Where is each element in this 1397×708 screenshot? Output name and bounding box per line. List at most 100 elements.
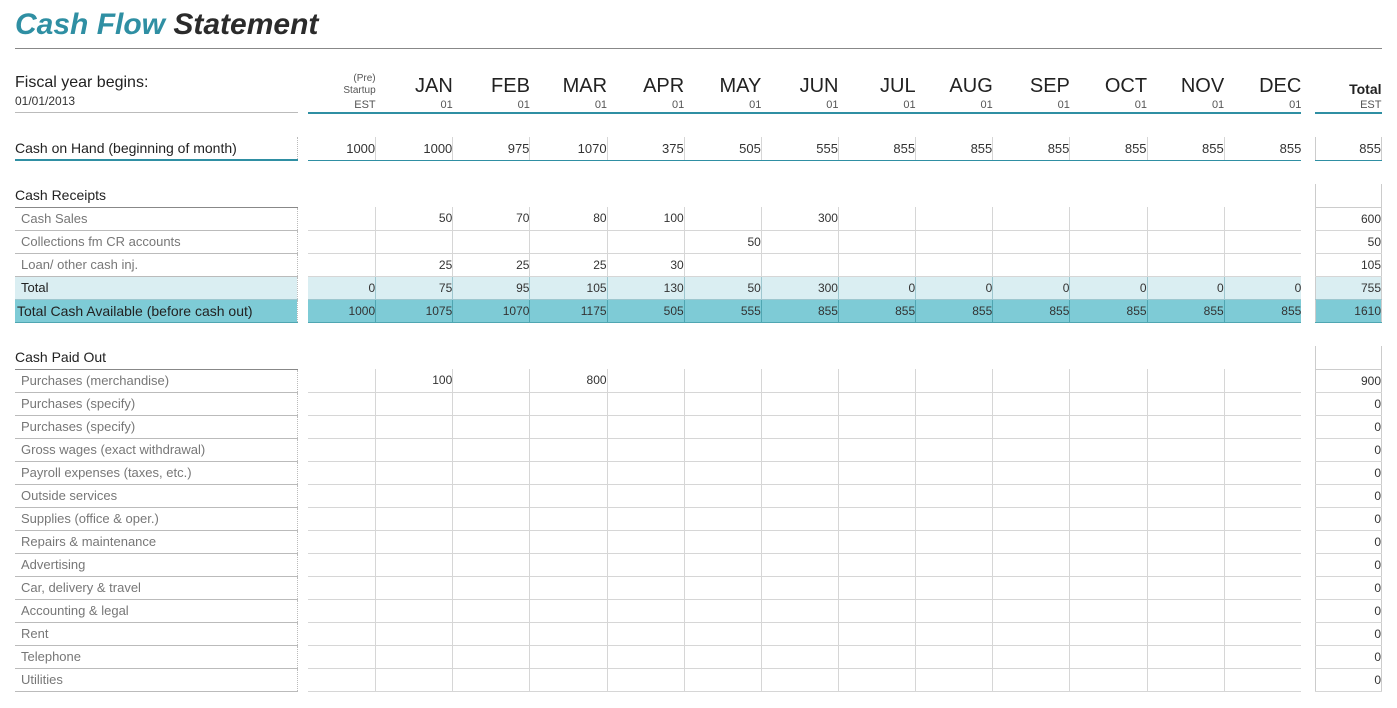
row-paid-3-cell[interactable] bbox=[993, 438, 1070, 461]
row-paid-5-cell[interactable] bbox=[916, 484, 993, 507]
row-paid-8-cell[interactable] bbox=[916, 553, 993, 576]
row-paid-12-cell[interactable] bbox=[308, 645, 376, 668]
row-receipt-2-cell[interactable]: 25 bbox=[453, 253, 530, 276]
row-paid-10-cell[interactable] bbox=[1224, 599, 1301, 622]
row-paid-2-cell[interactable] bbox=[308, 415, 376, 438]
row-paid-3-cell[interactable] bbox=[1070, 438, 1147, 461]
row-paid-4-cell[interactable] bbox=[993, 461, 1070, 484]
row-receipt-1-cell[interactable] bbox=[1224, 230, 1301, 253]
row-paid-1-cell[interactable] bbox=[684, 392, 761, 415]
row-paid-10-cell[interactable] bbox=[607, 599, 684, 622]
row-receipt-1-cell[interactable] bbox=[376, 230, 453, 253]
row-paid-7-cell[interactable] bbox=[761, 530, 838, 553]
row-paid-3-cell[interactable] bbox=[607, 438, 684, 461]
row-paid-1-cell[interactable] bbox=[1224, 392, 1301, 415]
row-paid-9-cell[interactable] bbox=[1147, 576, 1224, 599]
row-paid-8-cell[interactable] bbox=[1224, 553, 1301, 576]
row-paid-7-cell[interactable] bbox=[993, 530, 1070, 553]
row-paid-7-cell[interactable] bbox=[308, 530, 376, 553]
row-receipt-0-cell[interactable] bbox=[1224, 207, 1301, 230]
row-paid-12-cell[interactable] bbox=[1147, 645, 1224, 668]
row-paid-0-cell[interactable] bbox=[1070, 369, 1147, 392]
row-paid-7-cell[interactable] bbox=[453, 530, 530, 553]
row-paid-13-cell[interactable] bbox=[453, 668, 530, 691]
row-paid-13-cell[interactable] bbox=[1070, 668, 1147, 691]
row-paid-10-cell[interactable] bbox=[530, 599, 607, 622]
row-paid-0-cell[interactable] bbox=[684, 369, 761, 392]
row-paid-5-cell[interactable] bbox=[308, 484, 376, 507]
fiscal-year-date[interactable]: 01/01/2013 bbox=[15, 92, 298, 110]
row-paid-0-cell[interactable] bbox=[838, 369, 915, 392]
row-paid-4-cell[interactable] bbox=[453, 461, 530, 484]
row-receipt-1-cell[interactable] bbox=[993, 230, 1070, 253]
row-paid-10-cell[interactable] bbox=[993, 599, 1070, 622]
row-receipt-0-cell[interactable] bbox=[308, 207, 376, 230]
row-paid-10-cell[interactable] bbox=[453, 599, 530, 622]
row-paid-13-cell[interactable] bbox=[761, 668, 838, 691]
row-paid-3-cell[interactable] bbox=[453, 438, 530, 461]
row-paid-3-cell[interactable] bbox=[761, 438, 838, 461]
row-receipt-2-cell[interactable] bbox=[761, 253, 838, 276]
row-paid-4-cell[interactable] bbox=[607, 461, 684, 484]
row-paid-0-cell[interactable] bbox=[761, 369, 838, 392]
row-paid-10-cell[interactable] bbox=[916, 599, 993, 622]
row-paid-6-cell[interactable] bbox=[761, 507, 838, 530]
row-paid-10-cell[interactable] bbox=[376, 599, 453, 622]
row-paid-8-cell[interactable] bbox=[838, 553, 915, 576]
row-paid-1-cell[interactable] bbox=[308, 392, 376, 415]
row-paid-11-cell[interactable] bbox=[761, 622, 838, 645]
row-receipt-0-cell[interactable]: 80 bbox=[530, 207, 607, 230]
row-paid-5-cell[interactable] bbox=[1070, 484, 1147, 507]
row-paid-6-cell[interactable] bbox=[838, 507, 915, 530]
row-paid-2-cell[interactable] bbox=[1224, 415, 1301, 438]
row-paid-8-cell[interactable] bbox=[761, 553, 838, 576]
row-paid-2-cell[interactable] bbox=[1147, 415, 1224, 438]
row-paid-11-cell[interactable] bbox=[308, 622, 376, 645]
row-paid-1-cell[interactable] bbox=[1070, 392, 1147, 415]
row-receipt-2-cell[interactable] bbox=[1224, 253, 1301, 276]
row-receipt-0-cell[interactable] bbox=[993, 207, 1070, 230]
row-paid-1-cell[interactable] bbox=[530, 392, 607, 415]
row-paid-9-cell[interactable] bbox=[993, 576, 1070, 599]
row-paid-12-cell[interactable] bbox=[761, 645, 838, 668]
row-receipt-1-cell[interactable] bbox=[838, 230, 915, 253]
row-paid-8-cell[interactable] bbox=[308, 553, 376, 576]
row-paid-4-cell[interactable] bbox=[838, 461, 915, 484]
row-paid-0-cell[interactable] bbox=[993, 369, 1070, 392]
row-paid-0-cell[interactable] bbox=[1224, 369, 1301, 392]
row-paid-3-cell[interactable] bbox=[376, 438, 453, 461]
row-receipt-2-cell[interactable] bbox=[916, 253, 993, 276]
row-paid-8-cell[interactable] bbox=[993, 553, 1070, 576]
row-paid-1-cell[interactable] bbox=[993, 392, 1070, 415]
row-paid-0-cell[interactable] bbox=[1147, 369, 1224, 392]
row-paid-9-cell[interactable] bbox=[838, 576, 915, 599]
row-paid-13-cell[interactable] bbox=[376, 668, 453, 691]
row-paid-7-cell[interactable] bbox=[838, 530, 915, 553]
row-paid-5-cell[interactable] bbox=[607, 484, 684, 507]
row-paid-11-cell[interactable] bbox=[1070, 622, 1147, 645]
row-paid-13-cell[interactable] bbox=[684, 668, 761, 691]
row-paid-2-cell[interactable] bbox=[530, 415, 607, 438]
row-paid-7-cell[interactable] bbox=[1070, 530, 1147, 553]
row-paid-12-cell[interactable] bbox=[453, 645, 530, 668]
row-paid-0-cell[interactable]: 800 bbox=[530, 369, 607, 392]
row-paid-4-cell[interactable] bbox=[1224, 461, 1301, 484]
row-paid-11-cell[interactable] bbox=[916, 622, 993, 645]
row-paid-1-cell[interactable] bbox=[607, 392, 684, 415]
row-paid-11-cell[interactable] bbox=[453, 622, 530, 645]
row-paid-6-cell[interactable] bbox=[308, 507, 376, 530]
row-paid-9-cell[interactable] bbox=[684, 576, 761, 599]
row-paid-0-cell[interactable] bbox=[607, 369, 684, 392]
row-paid-5-cell[interactable] bbox=[684, 484, 761, 507]
row-receipt-0-cell[interactable] bbox=[1070, 207, 1147, 230]
row-paid-4-cell[interactable] bbox=[376, 461, 453, 484]
row-paid-2-cell[interactable] bbox=[607, 415, 684, 438]
row-receipt-1-cell[interactable] bbox=[916, 230, 993, 253]
row-receipt-1-cell[interactable] bbox=[1147, 230, 1224, 253]
row-receipt-2-cell[interactable] bbox=[684, 253, 761, 276]
row-paid-0-cell[interactable]: 100 bbox=[376, 369, 453, 392]
row-paid-13-cell[interactable] bbox=[530, 668, 607, 691]
row-paid-2-cell[interactable] bbox=[1070, 415, 1147, 438]
row-paid-2-cell[interactable] bbox=[453, 415, 530, 438]
row-paid-11-cell[interactable] bbox=[1147, 622, 1224, 645]
